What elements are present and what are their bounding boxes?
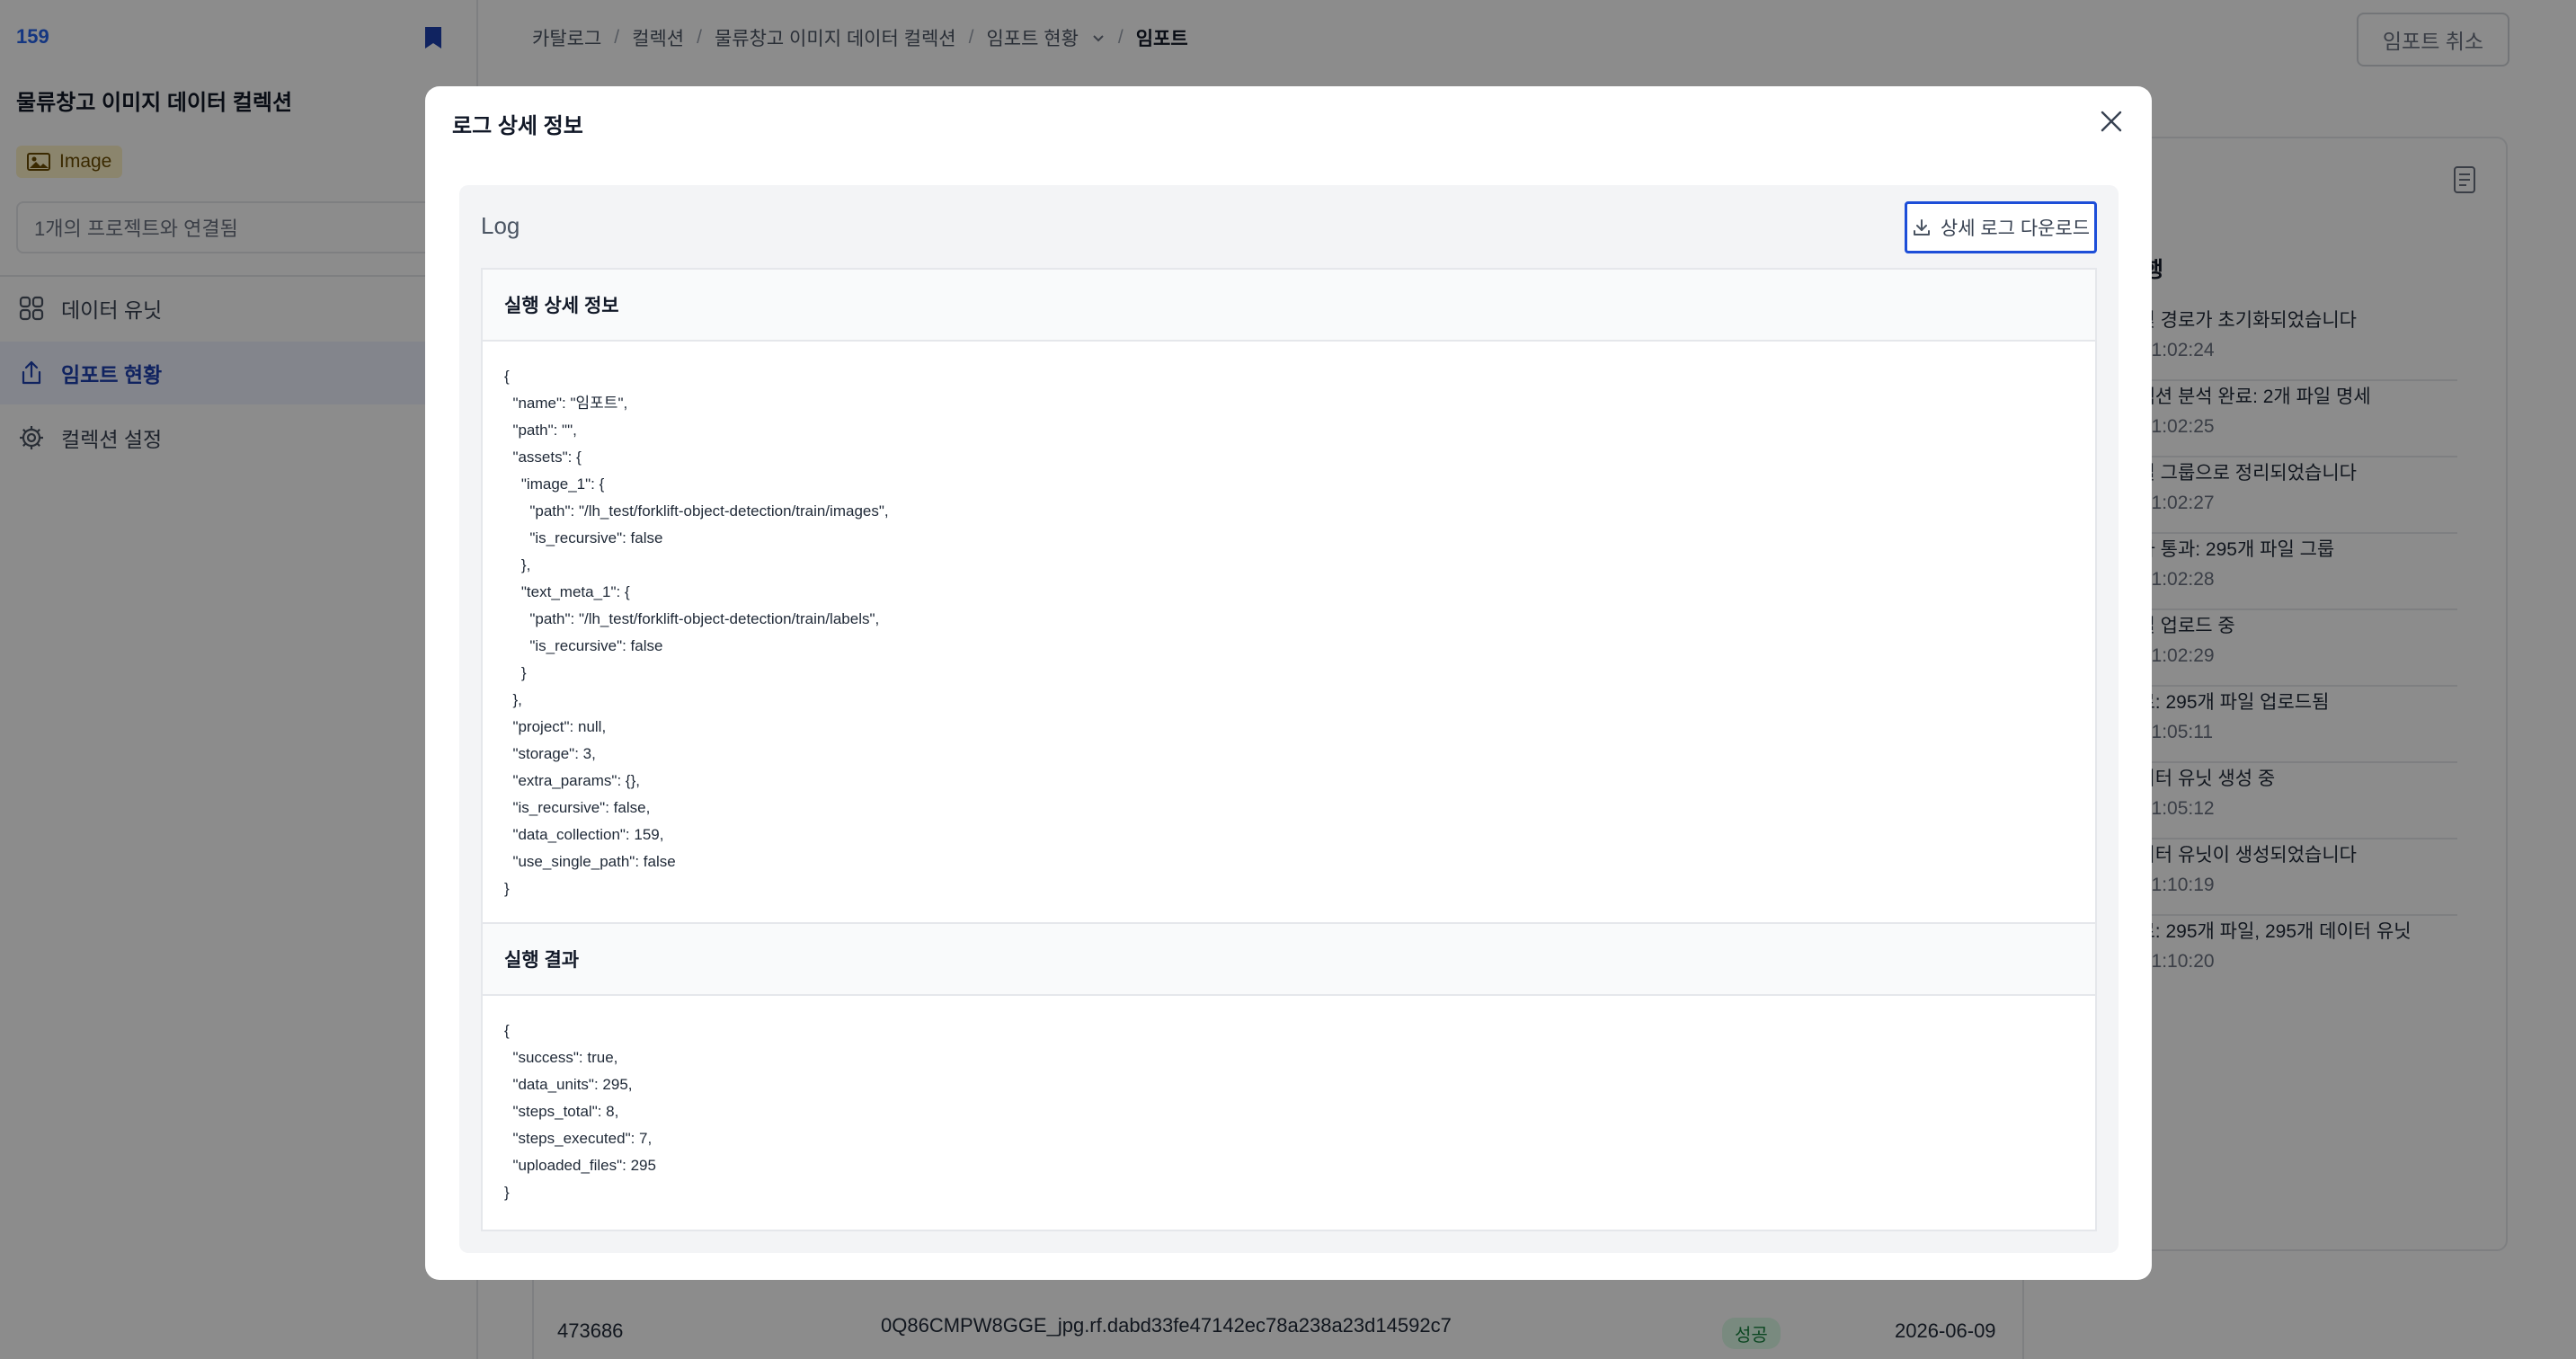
download-log-button[interactable]: 상세 로그 다운로드 bbox=[1905, 201, 2097, 253]
exec-detail-section: 실행 상세 정보 { "name": "임포트", "path": "", "a… bbox=[481, 268, 2097, 924]
exec-detail-json: { "name": "임포트", "path": "", "assets": {… bbox=[504, 368, 889, 897]
log-container: Log 상세 로그 다운로드 실행 상세 정보 { "name": "임포트",… bbox=[459, 185, 2119, 1253]
exec-result-title: 실행 결과 bbox=[483, 924, 2095, 996]
exec-detail-title: 실행 상세 정보 bbox=[483, 270, 2095, 342]
log-label: Log bbox=[481, 212, 520, 239]
close-icon[interactable] bbox=[2098, 108, 2125, 135]
log-detail-modal: 로그 상세 정보 Log 상세 로그 다운로드 실행 상세 정보 { "name… bbox=[425, 86, 2152, 1280]
modal-title: 로그 상세 정보 bbox=[452, 114, 583, 138]
exec-result-section: 실행 결과 { "success": true, "data_units": 2… bbox=[481, 924, 2097, 1231]
download-log-label: 상세 로그 다운로드 bbox=[1940, 218, 2091, 239]
exec-result-json: { "success": true, "data_units": 295, "s… bbox=[504, 1022, 656, 1201]
download-icon bbox=[1913, 219, 1930, 235]
